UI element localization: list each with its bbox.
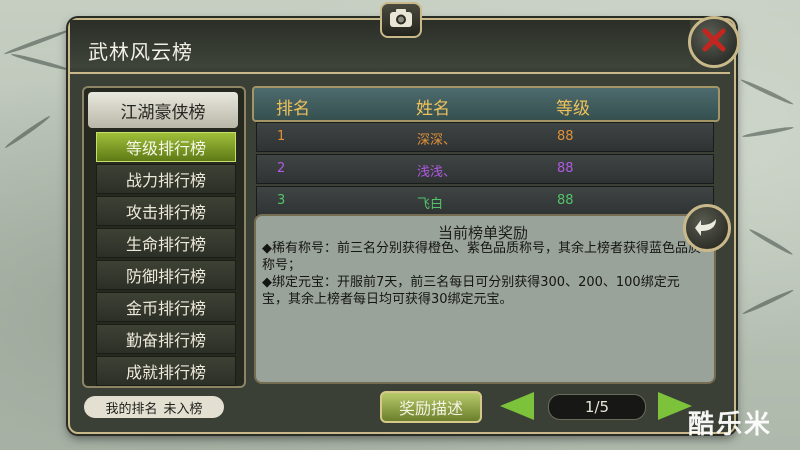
menu-item-attack[interactable]: 攻击排行榜 xyxy=(96,196,236,226)
menu-item-power[interactable]: 战力排行榜 xyxy=(96,164,236,194)
camera-icon xyxy=(389,8,413,32)
reward-description-button[interactable]: 奖励描述 xyxy=(380,391,482,423)
row-rank: 1 xyxy=(277,129,286,144)
row-name: 飞白 xyxy=(417,197,444,212)
next-arrow-icon[interactable] xyxy=(658,392,692,420)
table-row[interactable]: 3 飞白 88 xyxy=(256,186,714,216)
table-header: 排名 姓名 等级 xyxy=(252,86,720,122)
row-level: 88 xyxy=(557,129,574,144)
back-button[interactable] xyxy=(683,204,731,252)
row-level: 88 xyxy=(557,193,574,208)
close-button[interactable] xyxy=(688,16,740,68)
my-rank-label: 我的排名 xyxy=(105,401,158,417)
screenshot-button[interactable] xyxy=(380,2,422,38)
row-level: 88 xyxy=(557,161,574,176)
row-rank: 2 xyxy=(277,161,286,176)
table-row[interactable]: 1 深深、 88 xyxy=(256,122,714,152)
reward-line-ingot: ◆绑定元宝：开服前7天，前三名每日可分别获得300、200、100绑定元宝，其余… xyxy=(262,275,680,307)
row-name: 浅浅、 xyxy=(417,165,457,180)
watermark-text: 酷乐米 xyxy=(688,410,773,440)
header-rank: 排名 xyxy=(276,99,310,119)
my-rank-value: 未入榜 xyxy=(163,401,203,417)
menu-item-gold[interactable]: 金币排行榜 xyxy=(96,292,236,322)
header-level: 等级 xyxy=(556,99,590,119)
my-rank-badge: 我的排名 未入榜 xyxy=(84,396,224,418)
title-divider xyxy=(70,72,730,74)
table-row[interactable]: 2 浅浅、 88 xyxy=(256,154,714,184)
menu-item-achievement[interactable]: 成就排行榜 xyxy=(96,356,236,386)
header-name: 姓名 xyxy=(416,99,450,119)
row-rank: 3 xyxy=(277,193,286,208)
menu-item-hp[interactable]: 生命排行榜 xyxy=(96,228,236,258)
page-indicator: 1/5 xyxy=(548,394,646,420)
back-arrow-icon xyxy=(694,215,720,241)
menu-item-diligence[interactable]: 勤奋排行榜 xyxy=(96,324,236,354)
prev-arrow-icon[interactable] xyxy=(500,392,534,420)
reward-description: ◆稀有称号：前三名分别获得橙色、紫色品质称号，其余上榜者获得蓝色品质称号； ◆绑… xyxy=(262,240,704,308)
reward-line-title: ◆稀有称号：前三名分别获得橙色、紫色品质称号，其余上榜者获得蓝色品质称号； xyxy=(262,241,701,273)
menu-item-level[interactable]: 等级排行榜 xyxy=(96,132,236,162)
menu-item-defense[interactable]: 防御排行榜 xyxy=(96,260,236,290)
close-icon xyxy=(700,26,728,58)
row-name: 深深、 xyxy=(417,133,457,148)
menu-header[interactable]: 江湖豪侠榜 xyxy=(88,92,238,128)
window-title: 武林风云榜 xyxy=(88,40,193,64)
